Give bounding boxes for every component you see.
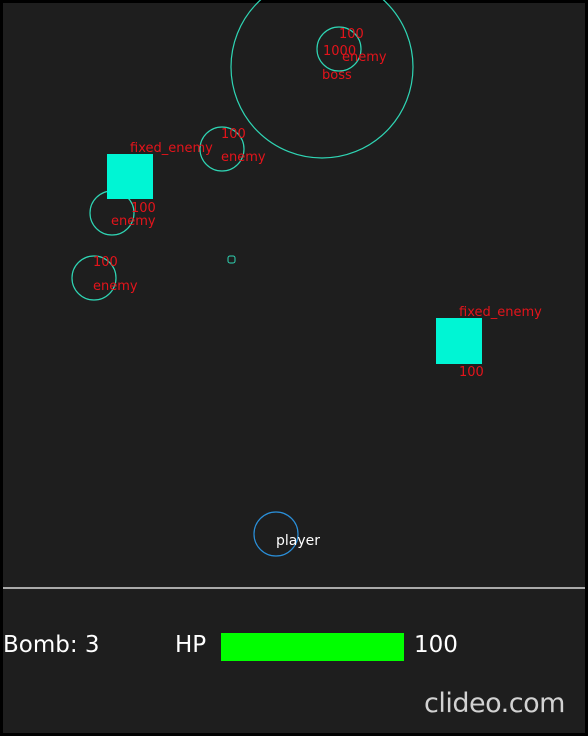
watermark-text: clideo.com <box>424 688 565 719</box>
fixed-enemy-block <box>107 154 153 199</box>
fixed-enemy-block <box>436 318 482 364</box>
hp-bar <box>221 633 404 661</box>
playfield <box>3 0 585 733</box>
hp-label: HP <box>175 632 207 658</box>
game-screen: 100 1000 enemy boss 100 enemy fixed_enem… <box>0 0 588 736</box>
playfield-background <box>3 3 585 733</box>
bomb-counter: Bomb: 3 <box>3 632 100 658</box>
hp-value: 100 <box>414 632 458 658</box>
hp-bar-fill <box>221 633 404 661</box>
